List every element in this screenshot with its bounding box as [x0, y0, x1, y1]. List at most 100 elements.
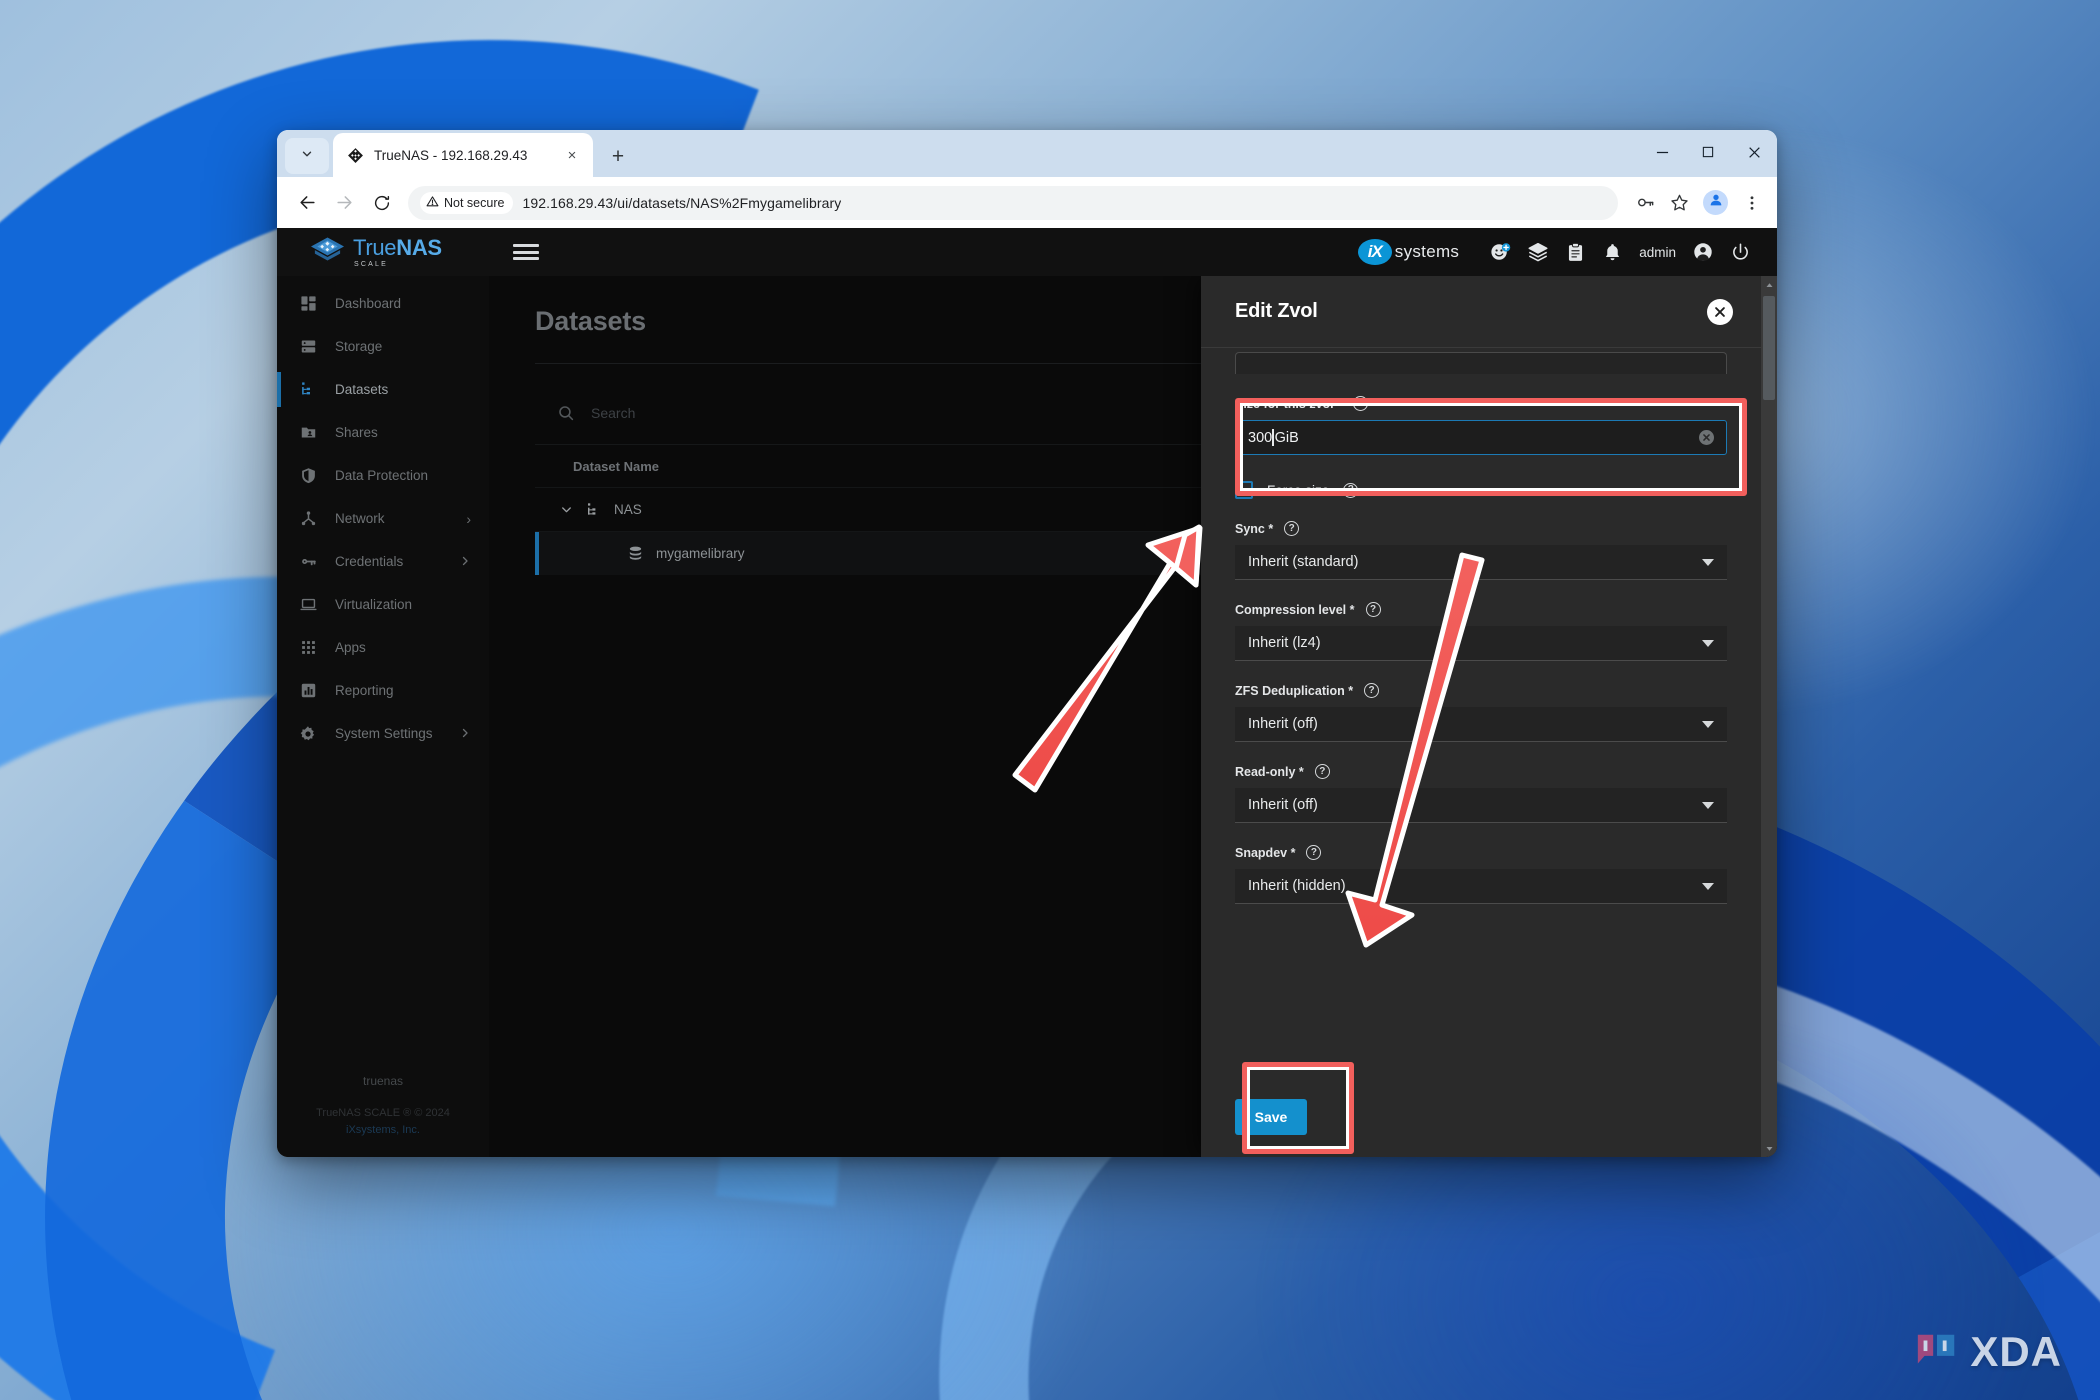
sidebar-item-data-protection[interactable]: Data Protection — [277, 454, 489, 497]
browser-tab-strip: TrueNAS - 192.168.29.43 × + — [277, 130, 1777, 177]
window-controls — [1639, 130, 1777, 174]
close-window-button[interactable] — [1731, 130, 1777, 174]
minimize-button[interactable] — [1639, 130, 1685, 174]
brand-true: True — [353, 234, 397, 260]
close-icon[interactable] — [1707, 298, 1733, 325]
reload-button[interactable] — [365, 186, 398, 219]
sidebar-item-label: System Settings — [335, 726, 433, 741]
apps-grid-icon — [297, 639, 319, 656]
snapdev-select[interactable]: Inherit (hidden) — [1235, 869, 1727, 904]
sidebar-item-credentials[interactable]: Credentials — [277, 540, 489, 583]
sidebar-item-apps[interactable]: Apps — [277, 626, 489, 669]
close-tab-icon[interactable]: × — [561, 144, 583, 166]
network-icon — [297, 510, 319, 527]
sidebar-item-reporting[interactable]: Reporting — [277, 669, 489, 712]
tab-search-button[interactable] — [285, 138, 329, 174]
save-button[interactable]: Save — [1235, 1099, 1307, 1135]
field-label: ZFS Deduplication * ? — [1235, 683, 1727, 698]
select-value: Inherit (off) — [1248, 716, 1318, 732]
help-icon[interactable]: ? — [1365, 602, 1381, 617]
back-button[interactable] — [291, 186, 324, 219]
app-scrollbar[interactable] — [1761, 276, 1777, 1157]
power-icon[interactable] — [1730, 242, 1751, 263]
help-icon[interactable]: ? — [1284, 521, 1300, 536]
sidebar: Dashboard Storage Datasets Shares Data P… — [277, 276, 489, 1157]
field-snapdev: Snapdev * ? Inherit (hidden) — [1235, 845, 1727, 904]
field-compression-level: Compression level * ? Inherit (lz4) — [1235, 602, 1727, 661]
scrollbar-up-arrow[interactable] — [1761, 276, 1777, 294]
browser-tab[interactable]: TrueNAS - 192.168.29.43 × — [333, 133, 593, 177]
sync-select[interactable]: Inherit (standard) — [1235, 545, 1727, 580]
sidebar-item-system-settings[interactable]: System Settings — [277, 712, 489, 755]
help-icon[interactable]: ? — [1352, 396, 1368, 411]
field-label-text: Snapdev * — [1235, 845, 1296, 860]
new-tab-button[interactable]: + — [603, 141, 633, 171]
field-force-size[interactable]: Force size ? — [1235, 481, 1727, 499]
scrollbar-thumb[interactable] — [1763, 296, 1775, 400]
chevron-down-icon — [300, 147, 314, 166]
sidebar-item-label: Data Protection — [335, 468, 429, 483]
compression-level-select[interactable]: Inherit (lz4) — [1235, 626, 1727, 661]
forward-button[interactable] — [328, 186, 361, 219]
zfs-deduplication-select[interactable]: Inherit (off) — [1235, 707, 1727, 742]
help-icon[interactable]: ? — [1343, 482, 1359, 498]
help-icon[interactable]: ? — [1314, 764, 1330, 779]
field-label-text: Force size — [1267, 482, 1330, 498]
field-label: Size for this zvol * ? — [1235, 396, 1727, 411]
three-dot-menu-icon[interactable] — [1737, 188, 1767, 218]
field-label-text: Size for this zvol * — [1235, 396, 1342, 411]
scrollbar-track[interactable] — [1761, 294, 1777, 1139]
search-input[interactable]: Search — [535, 390, 1095, 436]
datasets-icon — [297, 381, 319, 398]
scrollbar-down-arrow[interactable] — [1761, 1139, 1777, 1157]
sidebar-item-label: Apps — [335, 640, 366, 655]
help-icon[interactable]: ? — [1364, 683, 1380, 698]
read-only-select[interactable]: Inherit (off) — [1235, 788, 1727, 823]
sidebar-item-shares[interactable]: Shares — [277, 411, 489, 454]
address-bar[interactable]: Not secure 192.168.29.43/ui/datasets/NAS… — [408, 185, 1618, 220]
ixsystems-mark: iX — [1357, 239, 1392, 265]
clear-input-icon[interactable] — [1699, 430, 1714, 445]
sidebar-item-dashboard[interactable]: Dashboard — [277, 282, 489, 325]
sidebar-footer: truenas TrueNAS SCALE ® © 2024 iXsystems… — [277, 1072, 489, 1139]
xda-logo-icon — [1918, 1334, 1955, 1364]
truenas-wordmark: TrueNAS SCALE — [353, 234, 442, 268]
force-size-checkbox[interactable] — [1235, 481, 1253, 499]
datasets-icon — [586, 502, 602, 518]
field-read-only: Read-only * ? Inherit (off) — [1235, 764, 1727, 823]
sidebar-item-label: Network — [335, 511, 385, 526]
truenas-logo[interactable]: TrueNAS SCALE — [277, 228, 489, 276]
security-status-badge[interactable]: Not secure — [420, 191, 514, 214]
account-circle-icon[interactable] — [1692, 241, 1714, 263]
hamburger-menu-icon[interactable] — [513, 239, 539, 265]
field-label: Snapdev * ? — [1235, 845, 1727, 860]
laptop-icon — [297, 596, 319, 613]
field-label: Read-only * ? — [1235, 764, 1727, 779]
field-size-for-this-zvol: Size for this zvol * ? 300 GiB — [1235, 396, 1727, 455]
company-label[interactable]: iXsystems, Inc. — [277, 1122, 489, 1139]
profile-avatar[interactable] — [1703, 190, 1728, 215]
layers-icon[interactable] — [1527, 241, 1549, 263]
browser-tab-title: TrueNAS - 192.168.29.43 — [374, 147, 528, 163]
sidebar-item-label: Reporting — [335, 683, 394, 698]
help-icon[interactable]: ? — [1306, 845, 1322, 860]
edit-zvol-panel: Edit Zvol Size for this zvol * ? 300 GiB… — [1201, 276, 1761, 1157]
clipboard-icon[interactable] — [1565, 242, 1586, 263]
bell-icon[interactable] — [1602, 242, 1623, 263]
maximize-button[interactable] — [1685, 130, 1731, 174]
sidebar-item-network[interactable]: Network › — [277, 497, 489, 540]
select-value: Inherit (hidden) — [1248, 878, 1346, 894]
desktop-wallpaper: TrueNAS - 192.168.29.43 × + Not secure 1… — [0, 0, 2100, 1400]
chevron-down-icon[interactable] — [559, 502, 574, 517]
gear-icon — [297, 725, 319, 743]
sidebar-item-datasets[interactable]: Datasets — [277, 368, 489, 411]
truenas-topbar: TrueNAS SCALE iX systems admin — [277, 228, 1777, 276]
star-icon[interactable] — [1664, 188, 1694, 218]
sidebar-item-virtualization[interactable]: Virtualization — [277, 583, 489, 626]
url-text: 192.168.29.43/ui/datasets/NAS%2Fmygameli… — [522, 194, 842, 211]
smiley-plus-icon[interactable] — [1489, 241, 1511, 263]
sidebar-item-storage[interactable]: Storage — [277, 325, 489, 368]
key-icon[interactable] — [1630, 188, 1660, 218]
size-input[interactable]: 300 GiB — [1235, 420, 1727, 455]
chevron-down-icon — [1702, 639, 1714, 647]
